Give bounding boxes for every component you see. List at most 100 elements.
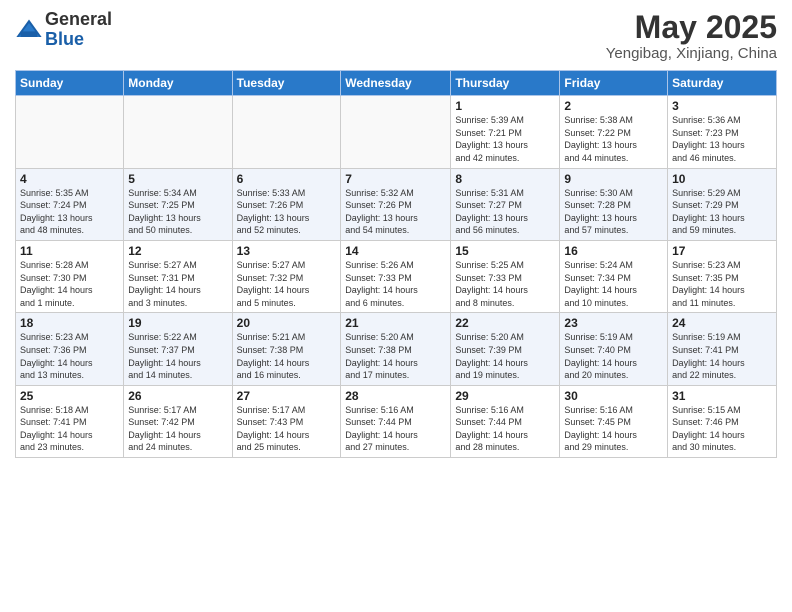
table-row: 25Sunrise: 5:18 AM Sunset: 7:41 PM Dayli… — [16, 385, 124, 457]
table-row: 28Sunrise: 5:16 AM Sunset: 7:44 PM Dayli… — [341, 385, 451, 457]
day-number: 7 — [345, 172, 446, 186]
day-info: Sunrise: 5:31 AM Sunset: 7:27 PM Dayligh… — [455, 187, 555, 237]
day-info: Sunrise: 5:27 AM Sunset: 7:32 PM Dayligh… — [237, 259, 337, 309]
table-row: 12Sunrise: 5:27 AM Sunset: 7:31 PM Dayli… — [124, 240, 232, 312]
table-row: 7Sunrise: 5:32 AM Sunset: 7:26 PM Daylig… — [341, 168, 451, 240]
day-number: 17 — [672, 244, 772, 258]
month-title: May 2025 — [606, 10, 777, 45]
day-number: 10 — [672, 172, 772, 186]
day-info: Sunrise: 5:16 AM Sunset: 7:44 PM Dayligh… — [345, 404, 446, 454]
day-info: Sunrise: 5:18 AM Sunset: 7:41 PM Dayligh… — [20, 404, 119, 454]
logo-general-text: General — [45, 10, 112, 30]
day-info: Sunrise: 5:22 AM Sunset: 7:37 PM Dayligh… — [128, 331, 227, 381]
calendar-week-row: 11Sunrise: 5:28 AM Sunset: 7:30 PM Dayli… — [16, 240, 777, 312]
table-row: 13Sunrise: 5:27 AM Sunset: 7:32 PM Dayli… — [232, 240, 341, 312]
table-row — [232, 96, 341, 168]
day-info: Sunrise: 5:19 AM Sunset: 7:41 PM Dayligh… — [672, 331, 772, 381]
table-row: 26Sunrise: 5:17 AM Sunset: 7:42 PM Dayli… — [124, 385, 232, 457]
day-info: Sunrise: 5:29 AM Sunset: 7:29 PM Dayligh… — [672, 187, 772, 237]
col-saturday: Saturday — [668, 71, 777, 96]
table-row — [124, 96, 232, 168]
day-number: 2 — [564, 99, 663, 113]
day-number: 31 — [672, 389, 772, 403]
day-number: 28 — [345, 389, 446, 403]
day-number: 3 — [672, 99, 772, 113]
col-tuesday: Tuesday — [232, 71, 341, 96]
day-number: 22 — [455, 316, 555, 330]
calendar-table: Sunday Monday Tuesday Wednesday Thursday… — [15, 70, 777, 458]
day-info: Sunrise: 5:32 AM Sunset: 7:26 PM Dayligh… — [345, 187, 446, 237]
table-row: 23Sunrise: 5:19 AM Sunset: 7:40 PM Dayli… — [560, 313, 668, 385]
day-info: Sunrise: 5:17 AM Sunset: 7:43 PM Dayligh… — [237, 404, 337, 454]
table-row: 4Sunrise: 5:35 AM Sunset: 7:24 PM Daylig… — [16, 168, 124, 240]
day-info: Sunrise: 5:25 AM Sunset: 7:33 PM Dayligh… — [455, 259, 555, 309]
day-number: 15 — [455, 244, 555, 258]
table-row: 3Sunrise: 5:36 AM Sunset: 7:23 PM Daylig… — [668, 96, 777, 168]
location: Yengibag, Xinjiang, China — [606, 45, 777, 62]
day-number: 18 — [20, 316, 119, 330]
table-row: 18Sunrise: 5:23 AM Sunset: 7:36 PM Dayli… — [16, 313, 124, 385]
day-info: Sunrise: 5:26 AM Sunset: 7:33 PM Dayligh… — [345, 259, 446, 309]
table-row: 15Sunrise: 5:25 AM Sunset: 7:33 PM Dayli… — [451, 240, 560, 312]
table-row: 30Sunrise: 5:16 AM Sunset: 7:45 PM Dayli… — [560, 385, 668, 457]
table-row: 1Sunrise: 5:39 AM Sunset: 7:21 PM Daylig… — [451, 96, 560, 168]
table-row — [16, 96, 124, 168]
day-number: 11 — [20, 244, 119, 258]
table-row: 17Sunrise: 5:23 AM Sunset: 7:35 PM Dayli… — [668, 240, 777, 312]
day-number: 6 — [237, 172, 337, 186]
day-info: Sunrise: 5:20 AM Sunset: 7:39 PM Dayligh… — [455, 331, 555, 381]
logo: General Blue — [15, 10, 112, 50]
logo-icon — [15, 16, 43, 44]
table-row: 29Sunrise: 5:16 AM Sunset: 7:44 PM Dayli… — [451, 385, 560, 457]
logo-blue-text: Blue — [45, 30, 112, 50]
day-info: Sunrise: 5:30 AM Sunset: 7:28 PM Dayligh… — [564, 187, 663, 237]
calendar-page: General Blue May 2025 Yengibag, Xinjiang… — [0, 0, 792, 612]
day-number: 23 — [564, 316, 663, 330]
day-info: Sunrise: 5:15 AM Sunset: 7:46 PM Dayligh… — [672, 404, 772, 454]
day-number: 25 — [20, 389, 119, 403]
table-row: 20Sunrise: 5:21 AM Sunset: 7:38 PM Dayli… — [232, 313, 341, 385]
day-number: 26 — [128, 389, 227, 403]
day-info: Sunrise: 5:16 AM Sunset: 7:45 PM Dayligh… — [564, 404, 663, 454]
logo-text: General Blue — [45, 10, 112, 50]
day-number: 27 — [237, 389, 337, 403]
table-row: 19Sunrise: 5:22 AM Sunset: 7:37 PM Dayli… — [124, 313, 232, 385]
day-info: Sunrise: 5:23 AM Sunset: 7:36 PM Dayligh… — [20, 331, 119, 381]
col-sunday: Sunday — [16, 71, 124, 96]
day-number: 19 — [128, 316, 227, 330]
table-row: 22Sunrise: 5:20 AM Sunset: 7:39 PM Dayli… — [451, 313, 560, 385]
table-row: 11Sunrise: 5:28 AM Sunset: 7:30 PM Dayli… — [16, 240, 124, 312]
table-row: 21Sunrise: 5:20 AM Sunset: 7:38 PM Dayli… — [341, 313, 451, 385]
calendar-week-row: 4Sunrise: 5:35 AM Sunset: 7:24 PM Daylig… — [16, 168, 777, 240]
table-row — [341, 96, 451, 168]
day-number: 13 — [237, 244, 337, 258]
day-number: 5 — [128, 172, 227, 186]
day-number: 9 — [564, 172, 663, 186]
day-info: Sunrise: 5:38 AM Sunset: 7:22 PM Dayligh… — [564, 114, 663, 164]
table-row: 16Sunrise: 5:24 AM Sunset: 7:34 PM Dayli… — [560, 240, 668, 312]
table-row: 31Sunrise: 5:15 AM Sunset: 7:46 PM Dayli… — [668, 385, 777, 457]
day-info: Sunrise: 5:17 AM Sunset: 7:42 PM Dayligh… — [128, 404, 227, 454]
col-wednesday: Wednesday — [341, 71, 451, 96]
day-number: 1 — [455, 99, 555, 113]
day-info: Sunrise: 5:21 AM Sunset: 7:38 PM Dayligh… — [237, 331, 337, 381]
day-number: 24 — [672, 316, 772, 330]
day-info: Sunrise: 5:34 AM Sunset: 7:25 PM Dayligh… — [128, 187, 227, 237]
col-thursday: Thursday — [451, 71, 560, 96]
table-row: 8Sunrise: 5:31 AM Sunset: 7:27 PM Daylig… — [451, 168, 560, 240]
col-monday: Monday — [124, 71, 232, 96]
table-row: 24Sunrise: 5:19 AM Sunset: 7:41 PM Dayli… — [668, 313, 777, 385]
day-info: Sunrise: 5:20 AM Sunset: 7:38 PM Dayligh… — [345, 331, 446, 381]
day-info: Sunrise: 5:24 AM Sunset: 7:34 PM Dayligh… — [564, 259, 663, 309]
header: General Blue May 2025 Yengibag, Xinjiang… — [15, 10, 777, 62]
day-info: Sunrise: 5:33 AM Sunset: 7:26 PM Dayligh… — [237, 187, 337, 237]
table-row: 14Sunrise: 5:26 AM Sunset: 7:33 PM Dayli… — [341, 240, 451, 312]
table-row: 27Sunrise: 5:17 AM Sunset: 7:43 PM Dayli… — [232, 385, 341, 457]
day-number: 30 — [564, 389, 663, 403]
calendar-week-row: 1Sunrise: 5:39 AM Sunset: 7:21 PM Daylig… — [16, 96, 777, 168]
table-row: 6Sunrise: 5:33 AM Sunset: 7:26 PM Daylig… — [232, 168, 341, 240]
day-info: Sunrise: 5:27 AM Sunset: 7:31 PM Dayligh… — [128, 259, 227, 309]
day-info: Sunrise: 5:16 AM Sunset: 7:44 PM Dayligh… — [455, 404, 555, 454]
day-number: 8 — [455, 172, 555, 186]
day-number: 21 — [345, 316, 446, 330]
